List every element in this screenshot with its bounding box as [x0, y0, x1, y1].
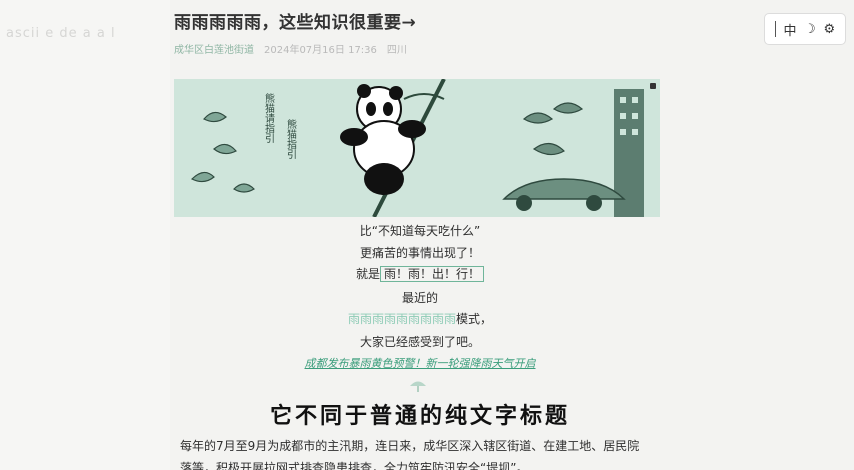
- rain-repeat-text: 雨雨雨雨雨雨雨雨雨: [347, 312, 456, 326]
- publish-date: 2024年07月16日 17:36: [264, 45, 377, 56]
- banner-vertical-text-2: 熊猫指引: [285, 118, 297, 160]
- banner-corner-mark: [650, 83, 656, 89]
- umbrella-icon: [410, 381, 426, 392]
- article-paragraph: 每年的7月至9月为成都市的主汛期，连日来，成华区深入辖区街道、在建工地、居民院落…: [180, 439, 640, 470]
- faded-side-text: ascii e de a a l: [6, 26, 116, 41]
- settings-icon[interactable]: ⚙: [823, 22, 835, 37]
- moon-icon[interactable]: ☽: [804, 22, 816, 37]
- intro-line-3-prefix: 就是: [355, 267, 380, 281]
- highlighted-phrase: 雨！雨！出！行！: [380, 266, 485, 282]
- toolbar-divider: [774, 21, 776, 37]
- intro-line-5: 雨雨雨雨雨雨雨雨雨模式，: [170, 310, 670, 327]
- ime-toolbar: 中 ☽ ⚙: [764, 13, 846, 45]
- banner-vertical-text-1: 熊猫请指引: [263, 92, 275, 144]
- intro-line-5-suffix: 模式，: [456, 312, 493, 326]
- intro-line-6: 大家已经感受到了吧。: [359, 335, 480, 349]
- banner-image: 熊猫请指引 熊猫指引: [174, 79, 660, 217]
- article: 雨雨雨雨雨，这些知识很重要→ 成华区白莲池街道 2024年07月16日 17:3…: [170, 0, 670, 470]
- location: 四川: [386, 45, 407, 56]
- intro-line-2: 更痛苦的事情出现了！: [359, 246, 480, 260]
- article-meta: 成华区白莲池街道 2024年07月16日 17:36 四川: [174, 41, 407, 56]
- intro-line-1: 比“不知道每天吃什么”: [359, 224, 481, 238]
- intro-line-4: 最近的: [401, 291, 438, 305]
- author-link[interactable]: 成华区白莲池街道: [174, 41, 254, 56]
- warning-link[interactable]: 成都发布暴雨黄色预警！新一轮强降雨天气开启: [170, 355, 670, 371]
- left-gutter: ascii e de a a l: [0, 0, 170, 470]
- ime-language-button[interactable]: 中: [783, 20, 796, 39]
- article-title: 雨雨雨雨雨，这些知识很重要→: [174, 13, 417, 33]
- section-subtitle: 它不同于普通的纯文字标题: [269, 404, 570, 429]
- panda-illustration: 熊猫请指引 熊猫指引: [174, 79, 660, 217]
- intro-line-3: 就是 雨！雨！出！行！: [170, 265, 670, 282]
